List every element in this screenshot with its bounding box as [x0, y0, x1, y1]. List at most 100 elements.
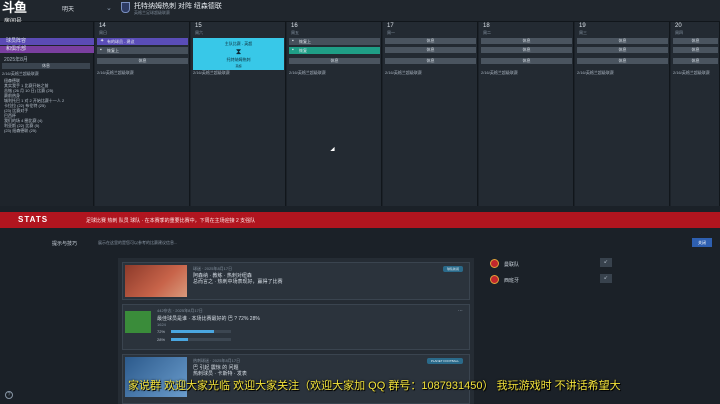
day-name: 周六: [195, 30, 203, 35]
tomorrow-label[interactable]: 明天: [62, 4, 74, 13]
rest-slot[interactable]: 休息: [577, 47, 668, 53]
tips-label: 提示与技巧: [52, 241, 78, 247]
rest-slot[interactable]: 休息: [481, 38, 572, 44]
rest-slot[interactable]: 休息: [289, 58, 380, 64]
sidebar-item-club[interactable]: 和俱乐部: [0, 46, 94, 53]
post-body: 总而言之 · 热刺中场表现好，赢得了比赛: [193, 279, 283, 285]
competition-label: 2/16/英格兰超级联赛: [673, 70, 710, 75]
menu-chevron-icon[interactable]: ⌄: [106, 4, 112, 12]
day-name: 周五: [291, 30, 299, 35]
list-item: (23) 纽森德联 (25): [4, 128, 37, 133]
recovery-icon: ▪: [100, 47, 102, 53]
recovery-event[interactable]: ▪ 恢复上: [97, 47, 188, 54]
poll-option[interactable]: 72%: [157, 329, 231, 334]
poll-vote-count: 1624: [157, 322, 166, 327]
poll-percent: 28%: [157, 337, 166, 342]
logo-mark: 斗鱼: [2, 1, 27, 16]
poll-option[interactable]: 28%: [157, 337, 231, 342]
club-crest-icon: [121, 2, 130, 13]
club-row[interactable]: 西班牙 ↙: [488, 274, 618, 286]
rest-slot[interactable]: 休息: [97, 58, 188, 64]
event-label: 有的球员 - 建议: [107, 39, 135, 44]
day-number: 20: [675, 23, 682, 29]
training-icon: ✦: [100, 38, 105, 44]
day-number: 18: [483, 23, 490, 29]
poll-percent: 72%: [157, 329, 166, 334]
recovery-event-active[interactable]: ▪ 恢复: [289, 47, 380, 54]
day-column-14[interactable]: 14 周日 ✦ 有的球员 - 建议 ▪ 恢复上 休息 2/16/英格兰超级联赛: [95, 22, 190, 206]
post-thumbnail: [125, 265, 187, 297]
hourglass-icon: ⧗: [235, 47, 242, 56]
day-column-20[interactable]: 20 周四 休息 休息 休息 2/16/英格兰超级联赛: [671, 22, 720, 206]
day-number: 16: [291, 23, 298, 29]
schedule-calendar: 14 周日 ✦ 有的球员 - 建议 ▪ 恢复上 休息 2/16/英格兰超级联赛 15…: [95, 22, 720, 206]
post-meta: 442杂志 · 2025年8月17日: [157, 308, 203, 313]
day-number: 17: [387, 23, 394, 29]
feed-post-poll[interactable]: 442杂志 · 2025年8月17日 最佳球员是谁 · 本场比赛最好的 巴 ? …: [122, 304, 470, 350]
training-event[interactable]: ✦ 有的球员 - 建议: [97, 38, 188, 45]
day-name: 周一: [387, 30, 395, 35]
rest-slot[interactable]: 休息: [673, 58, 718, 64]
day-column-19[interactable]: 19 周三 休息 休息 休息 2/16/英格兰超级联赛: [575, 22, 670, 206]
rest-slot[interactable]: 休息: [673, 38, 718, 44]
club-action-button[interactable]: ↙: [600, 274, 612, 283]
competition-label: 2/16/英格兰超级联赛: [289, 70, 326, 75]
stats-label: STATS: [18, 215, 49, 224]
rest-slot[interactable]: 休息: [577, 58, 668, 64]
sidebar-date: 2025年8月: [4, 57, 28, 63]
rest-slot[interactable]: 休息: [577, 38, 668, 44]
top-header: 斗鱼 房间号 1134764 明天 ⌄ 托特纳姆热刺 对阵 纽森德联 英格兰足球…: [0, 0, 720, 32]
sidebar-fixture-list: 纽森德联 其实我手 1 比赛开始之前 苦恼 (26 月 10 日) 比赛 (25…: [4, 78, 90, 133]
match-card-opponent: 托特纳姆热刺: [226, 57, 251, 62]
day-name: 周三: [579, 30, 587, 35]
post-title: 最佳球员是谁 · 本场比赛最好的 巴 ? 72% 28%: [157, 316, 260, 322]
rest-slot[interactable]: 休息: [385, 58, 476, 64]
rest-button[interactable]: 休息: [2, 63, 90, 69]
tips-text: 展示在这里的是您可以参考的比赛建议信息...: [98, 240, 178, 245]
day-column-16[interactable]: 16 周五 ▪ 恢复上 ▪ 恢复 休息 2/16/英格兰超级联赛: [287, 22, 382, 206]
recovery-icon: ▪: [292, 47, 294, 53]
left-sidebar: 球员阵容 和俱乐部 2025年8月 休息 2/16/英格兰超级联赛 纽森德联 其…: [0, 22, 94, 206]
day-column-18[interactable]: 18 周二 休息 休息 休息 2/16/英格兰超级联赛: [479, 22, 574, 206]
day-number: 19: [579, 23, 586, 29]
tips-close-button[interactable]: 关闭: [692, 238, 712, 247]
recovery-icon: ▪: [292, 38, 294, 44]
news-ticker[interactable]: 足球比赛 热刺 队员 球队 · 在本赛季的重要比赛中，下周在主场迎接 2 支强队: [86, 217, 255, 224]
sidebar-item-squad[interactable]: 球员阵容: [0, 38, 94, 45]
rest-slot[interactable]: 休息: [481, 47, 572, 53]
club-row[interactable]: 曼联队 ↙: [488, 258, 618, 270]
day-column-17[interactable]: 17 周一 休息 休息 休息 2/16/英格兰超级联赛: [383, 22, 478, 206]
day-name: 周二: [483, 30, 491, 35]
event-label: 恢复上: [299, 39, 311, 44]
help-icon[interactable]: ?: [5, 391, 13, 399]
club-name: 西班牙: [504, 278, 520, 284]
day-column-15[interactable]: 15 周六 主队比赛 - 英超 ⧗ 托特纳姆热刺 英超 2/16/英格兰超级联赛: [191, 22, 286, 206]
stats-banner: STATS 足球比赛 热刺 队员 球队 · 在本赛季的重要比赛中，下周在主场迎接…: [0, 212, 720, 228]
poll-bar-track: [171, 330, 231, 333]
poll-bar-fill: [171, 338, 188, 341]
poll-bar-fill: [171, 330, 215, 333]
rest-slot[interactable]: 休息: [673, 47, 718, 53]
competition-label: 2/16/英格兰超级联赛: [97, 70, 134, 75]
post-tag: 球队新闻: [442, 266, 463, 272]
poll-bar-track: [171, 338, 231, 341]
rest-slot[interactable]: 休息: [385, 38, 476, 44]
match-day-card[interactable]: 主队比赛 - 英超 ⧗ 托特纳姆热刺 英超: [193, 38, 284, 70]
day-number: 15: [195, 23, 202, 29]
tips-row: 提示与技巧 展示在这里的是您可以参考的比赛建议信息... 关闭: [0, 236, 720, 250]
club-list-panel: 曼联队 ↙ 西班牙 ↙: [484, 256, 624, 292]
feed-post[interactable]: 球迷 · 2025年8月17日 阿森纳 · 教练 · 热刺对纽森 总而言之 · …: [122, 262, 470, 300]
stream-caption: 家说群 欢迎大家光临 欢迎大家关注（欢迎大家加 QQ 群号：1087931450…: [128, 380, 621, 392]
magazine-logo: [125, 311, 151, 333]
recovery-event[interactable]: ▪ 恢复上: [289, 38, 380, 45]
event-label: 恢复: [299, 48, 307, 53]
competition-label: 2/16/英格兰超级联赛: [193, 70, 230, 75]
club-badge-icon: [490, 275, 499, 284]
more-options-icon[interactable]: ⋯: [458, 308, 463, 314]
club-name: 曼联队: [504, 262, 520, 268]
event-label: 恢复上: [107, 48, 119, 53]
post-body: 热刺球员 · 卡斯特 · 发表: [193, 371, 247, 377]
rest-slot[interactable]: 休息: [481, 58, 572, 64]
club-action-button[interactable]: ↙: [600, 258, 612, 267]
rest-slot[interactable]: 休息: [385, 47, 476, 53]
